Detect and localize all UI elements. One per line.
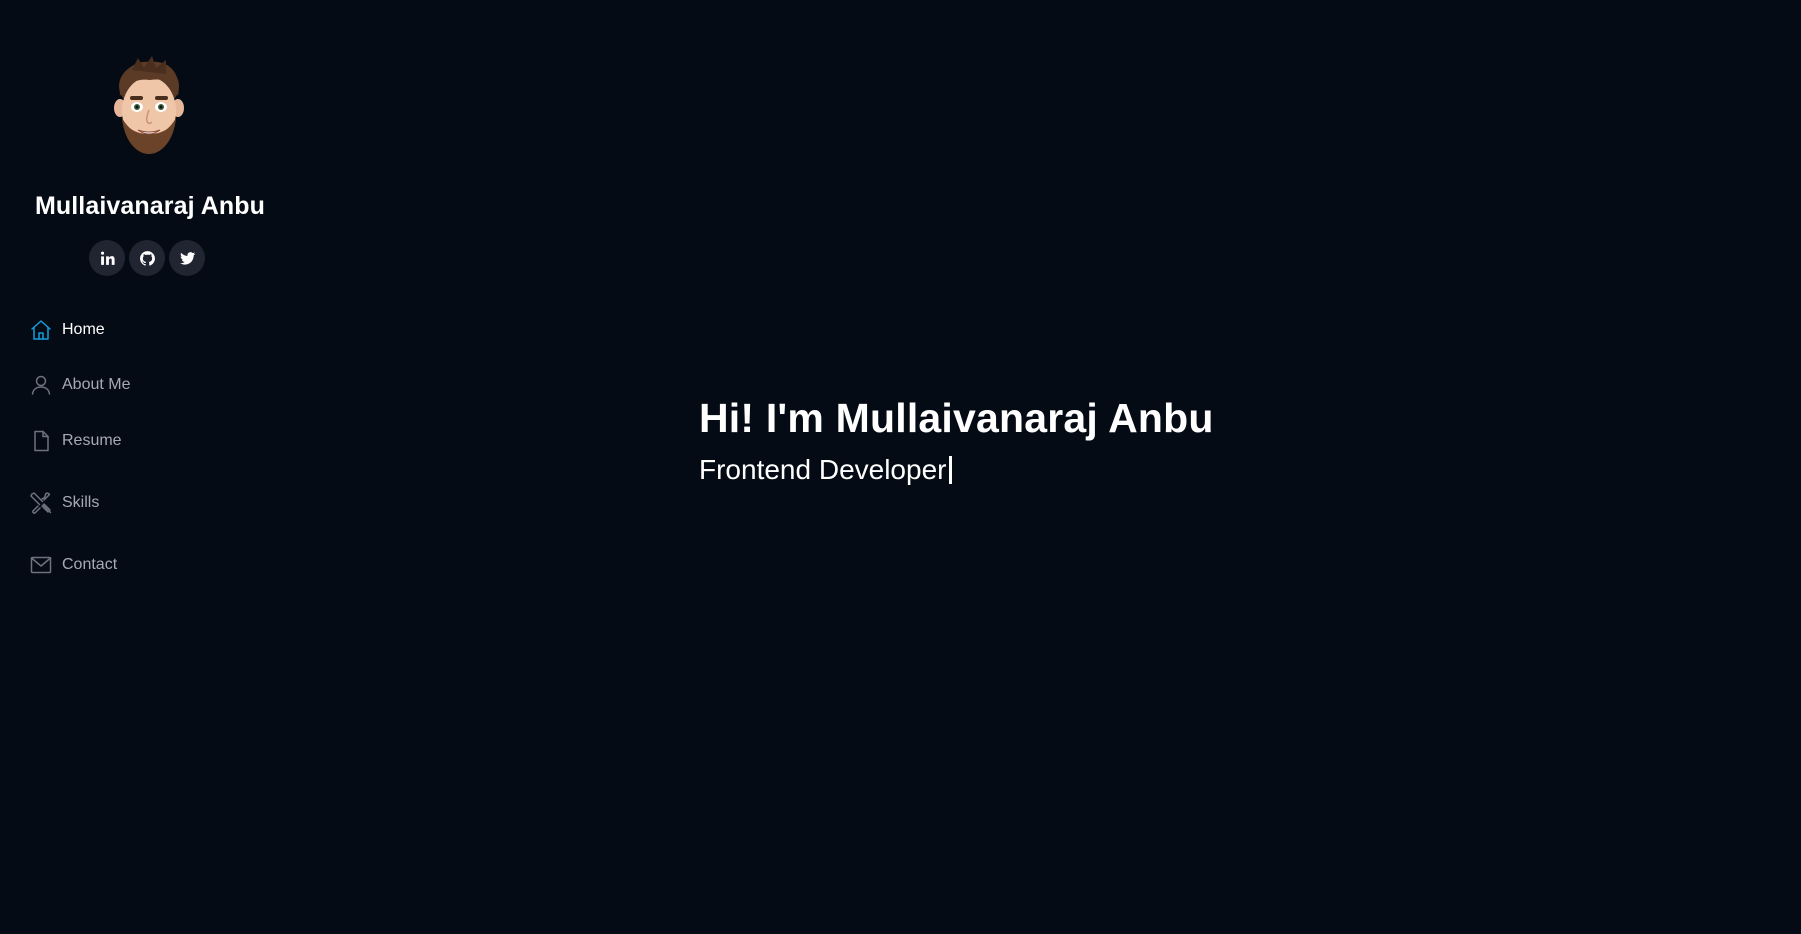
home-icon [29, 318, 53, 342]
file-icon [29, 429, 53, 453]
hero-title: Hi! I'm Mullaivanaraj Anbu [699, 395, 1214, 441]
hero-subtitle: Frontend Developer [699, 454, 947, 485]
nav-item-home[interactable]: Home [29, 315, 105, 345]
nav-item-resume[interactable]: Resume [29, 426, 122, 456]
tools-icon [29, 491, 53, 515]
twitter-button[interactable] [169, 240, 205, 276]
typed-cursor [949, 456, 953, 484]
github-icon [139, 250, 155, 266]
nav-label-contact: Contact [62, 556, 118, 573]
person-icon [29, 373, 53, 397]
nav-label-home: Home [62, 321, 105, 338]
nav-label-resume: Resume [62, 432, 122, 449]
sidebar: Mullaivanaraj Anbu Home About Me Resume … [0, 0, 300, 934]
social-links [89, 240, 205, 276]
linkedin-icon [100, 251, 115, 265]
nav-label-about: About Me [62, 376, 131, 393]
linkedin-button[interactable] [89, 240, 125, 276]
envelope-icon [29, 553, 53, 577]
github-button[interactable] [129, 240, 165, 276]
nav-item-skills[interactable]: Skills [29, 488, 99, 518]
nav-item-contact[interactable]: Contact [29, 550, 117, 580]
nav-item-about[interactable]: About Me [29, 370, 130, 400]
profile-name: Mullaivanaraj Anbu [34, 192, 266, 220]
nav-label-skills: Skills [62, 494, 100, 511]
hero-subtitle-row: Frontend Developer [699, 454, 1214, 486]
twitter-icon [179, 251, 195, 265]
hero-section: Hi! I'm Mullaivanaraj Anbu Frontend Deve… [699, 395, 1214, 486]
avatar [114, 56, 184, 154]
